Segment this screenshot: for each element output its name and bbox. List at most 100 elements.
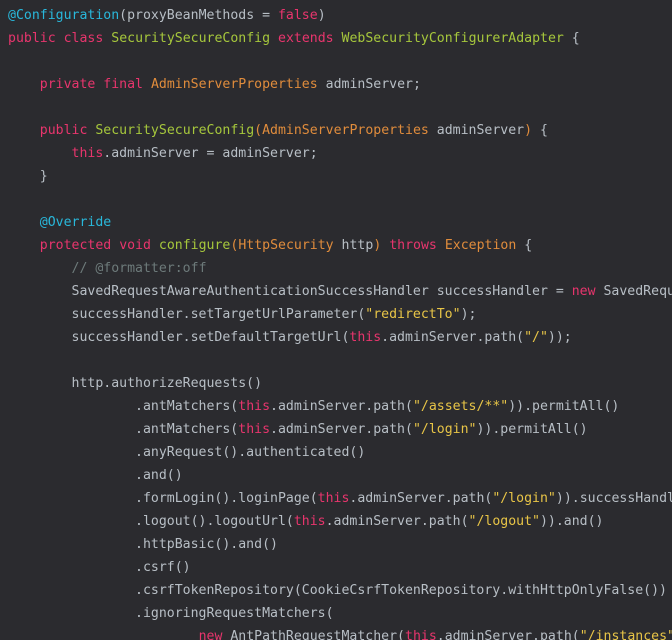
code-token-punct: ( [119, 8, 128, 23]
code-token-kw: false [277, 8, 318, 23]
code-line[interactable] [0, 96, 672, 119]
code-token-kw: void [119, 238, 151, 253]
code-line[interactable]: // @formatter:off [0, 257, 672, 280]
code-token-plain: successHandler.setTargetUrlParameter( [8, 307, 366, 322]
code-token-kw: this [405, 629, 437, 640]
code-token-plain: )); [547, 330, 572, 345]
code-token-plain: .adminServer = adminServer; [103, 146, 318, 161]
code-line[interactable]: .and() [0, 464, 672, 487]
code-line[interactable]: this.adminServer = adminServer; [0, 142, 672, 165]
code-line[interactable]: public class SecuritySecureConfig extend… [0, 27, 672, 50]
code-line[interactable]: @Override [0, 211, 672, 234]
code-token-plain: .adminServer.path( [436, 629, 580, 640]
code-token-plain: .csrfTokenRepository(CookieCsrfTokenRepo… [8, 583, 667, 598]
code-token-str: "/instances" [579, 629, 672, 640]
code-content[interactable]: @Configuration(proxyBeanMethods = false)… [0, 4, 672, 640]
code-line[interactable]: SavedRequestAwareAuthenticationSuccessHa… [0, 280, 672, 303]
code-line[interactable]: .formLogin().loginPage(this.adminServer.… [0, 487, 672, 510]
code-line[interactable] [0, 188, 672, 211]
code-token-plain: .adminServer.path( [270, 399, 413, 414]
code-token-punct: { [563, 31, 580, 46]
code-token-kw: private [39, 77, 96, 92]
code-token-kw: this [238, 399, 271, 414]
code-line[interactable]: .csrf() [0, 556, 672, 579]
code-token-kw: new [571, 284, 596, 299]
code-token-param: AdminServerProperties [150, 77, 318, 92]
code-line[interactable]: protected void configure(HttpSecurity ht… [0, 234, 672, 257]
code-token-param: ) [524, 123, 533, 138]
code-line[interactable]: .anyRequest().authenticated() [0, 441, 672, 464]
code-token-plain: .adminServer.path( [270, 422, 413, 437]
code-token-type: SecuritySecureConfig [95, 123, 255, 138]
code-line[interactable]: } [0, 165, 672, 188]
code-token-kw: protected [39, 238, 112, 253]
code-line[interactable]: .antMatchers(this.adminServer.path("/ass… [0, 395, 672, 418]
code-line[interactable]: @Configuration(proxyBeanMethods = false) [0, 4, 672, 27]
code-line[interactable]: .ignoringRequestMatchers( [0, 602, 672, 625]
code-token-punct: { [516, 238, 533, 253]
code-token-plain: successHandler.setDefaultTargetUrl( [8, 330, 350, 345]
code-token-plain: .adminServer.path( [381, 330, 525, 345]
code-token-cmt: // @formatter:off [71, 261, 207, 276]
code-token-ann: @Override [39, 215, 112, 230]
code-token-plain: .antMatchers( [8, 399, 239, 414]
code-line[interactable]: .logout().logoutUrl(this.adminServer.pat… [0, 510, 672, 533]
code-line[interactable]: .csrfTokenRepository(CookieCsrfTokenRepo… [0, 579, 672, 602]
code-token-plain: SavedRequest [603, 284, 672, 299]
code-token-type: configure [158, 238, 231, 253]
code-token-plain: .logout().logoutUrl( [8, 514, 294, 529]
code-token-str: "/login" [492, 491, 556, 506]
code-token-str: "/login" [412, 422, 477, 437]
code-token-param: ( [254, 123, 263, 138]
code-token-type: WebSecurityConfigurerAdapter [341, 31, 564, 46]
code-token-kw: public [8, 31, 56, 46]
code-token-ann: @Configuration [8, 8, 120, 23]
code-line[interactable]: .antMatchers(this.adminServer.path("/log… [0, 418, 672, 441]
code-token-plain: .ignoringRequestMatchers( [8, 606, 334, 621]
code-token-kw: this [293, 514, 326, 529]
code-token-plain: ); [460, 307, 477, 322]
code-line[interactable]: successHandler.setDefaultTargetUrl(this.… [0, 326, 672, 349]
code-token-punct: { [532, 123, 548, 138]
code-line[interactable] [0, 349, 672, 372]
code-token-param: AdminServerProperties [262, 123, 429, 138]
code-token-kw: this [349, 330, 382, 345]
code-token-kw: new [198, 629, 223, 640]
code-token-punct: ) [317, 8, 326, 23]
code-token-kw: this [71, 146, 104, 161]
code-token-plain: .adminServer.path( [325, 514, 469, 529]
code-line[interactable]: public SecuritySecureConfig(AdminServerP… [0, 119, 672, 142]
code-line[interactable]: http.authorizeRequests() [0, 372, 672, 395]
code-token-plain: )).and() [539, 514, 604, 529]
code-token-plain: .antMatchers( [8, 422, 239, 437]
code-token-str: "redirectTo" [365, 307, 461, 322]
code-token-plain: )).successHandler [555, 491, 672, 506]
code-line[interactable] [0, 50, 672, 73]
code-token-param: HttpSecurity [238, 238, 334, 253]
code-token-plain: .and() [8, 468, 183, 483]
code-token-plain: http.authorizeRequests() [8, 376, 263, 391]
code-token-str: "/assets/**" [412, 399, 509, 414]
code-line[interactable]: private final AdminServerProperties admi… [0, 73, 672, 96]
code-token-plain: .adminServer.path( [349, 491, 493, 506]
code-token-kw: this [238, 422, 271, 437]
code-token-punct: } [8, 169, 48, 184]
code-token-plain: .anyRequest().authenticated() [8, 445, 366, 460]
code-editor-viewport[interactable]: @Configuration(proxyBeanMethods = false)… [0, 0, 672, 640]
code-line[interactable]: successHandler.setTargetUrlParameter("re… [0, 303, 672, 326]
code-token-kw: extends [278, 31, 334, 46]
code-line[interactable]: .httpBasic().and() [0, 533, 672, 556]
code-line[interactable]: new AntPathRequestMatcher(this.adminServ… [0, 625, 672, 640]
code-token-str: "/logout" [468, 514, 540, 529]
code-token-kw: throws [389, 238, 437, 253]
